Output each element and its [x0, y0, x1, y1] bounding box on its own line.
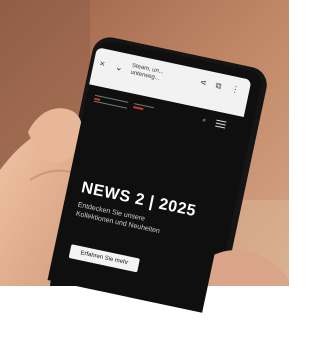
brand-logo: [93, 94, 129, 109]
partner-logo: [133, 102, 154, 114]
menu-icon[interactable]: [215, 119, 227, 130]
search-icon[interactable]: ⌕: [201, 117, 206, 126]
website-content: ⌕ NEWS 2 | 2025 Entdecken Sie unsere Kol…: [47, 84, 244, 313]
close-icon[interactable]: ×: [99, 58, 106, 69]
chevron-down-icon[interactable]: ⌄: [114, 62, 123, 74]
more-icon[interactable]: ⋮: [230, 84, 240, 94]
learn-more-button[interactable]: Erfahren Sie mehr: [68, 244, 140, 273]
bookmark-icon[interactable]: ⧉: [215, 81, 222, 92]
page-title-block: Steam, un... unterweg...: [130, 63, 201, 91]
share-icon[interactable]: ⋖: [199, 77, 207, 87]
